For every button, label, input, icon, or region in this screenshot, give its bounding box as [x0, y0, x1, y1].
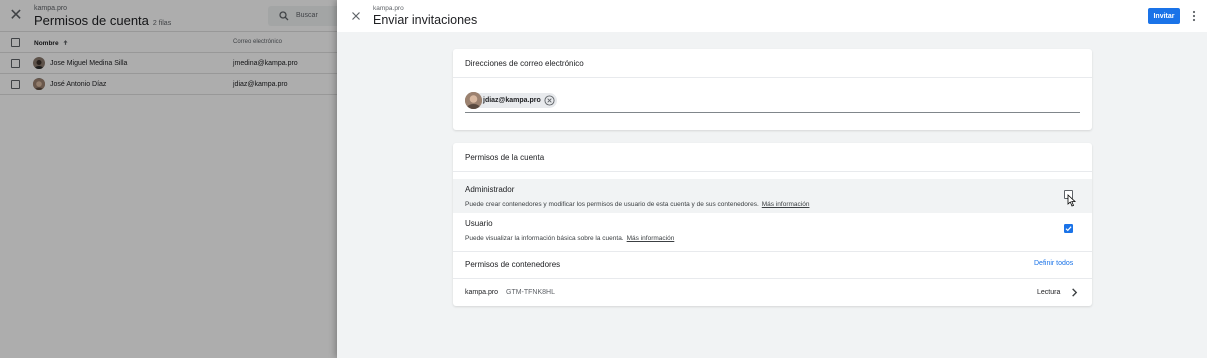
- chevron-right-icon[interactable]: [1070, 288, 1078, 297]
- account-permissions-card: Permisos de la cuenta Administrador Pued…: [453, 143, 1092, 306]
- more-vert-icon[interactable]: [1190, 10, 1198, 22]
- avatar: [465, 92, 482, 109]
- divider: [453, 171, 1092, 172]
- more-info-link[interactable]: Más información: [627, 235, 675, 242]
- more-info-link[interactable]: Más información: [762, 201, 810, 208]
- role-description: Puede crear contenedores y modificar los…: [465, 201, 809, 208]
- chip-email: jdiaz@kampa.pro: [483, 97, 541, 104]
- email-chip[interactable]: jdiaz@kampa.pro: [465, 92, 557, 109]
- invite-dialog: kampa.pro Enviar invitaciones Invitar Di…: [337, 0, 1207, 358]
- close-icon[interactable]: [350, 10, 362, 22]
- role-user[interactable]: Usuario Puede visualizar la información …: [453, 213, 1092, 247]
- divider: [453, 77, 1092, 78]
- role-description-text: Puede visualizar la información básica s…: [465, 235, 624, 242]
- role-admin[interactable]: Administrador Puede crear contenedores y…: [453, 179, 1092, 213]
- card-title: Permisos de la cuenta: [465, 153, 545, 162]
- cursor-icon: [1067, 194, 1076, 207]
- email-input-underline[interactable]: [465, 112, 1080, 113]
- container-permission: Lectura: [1037, 289, 1061, 296]
- email-addresses-card: Direcciones de correo electrónico jdiaz@…: [453, 49, 1092, 130]
- role-name: Usuario: [465, 219, 493, 228]
- dialog-header: kampa.pro Enviar invitaciones Invitar: [337, 0, 1207, 32]
- invite-button[interactable]: Invitar: [1148, 8, 1180, 24]
- role-name: Administrador: [465, 185, 515, 194]
- dialog-title: Enviar invitaciones: [373, 13, 478, 27]
- container-id: GTM-TFNK8HL: [506, 289, 555, 296]
- containers-title: Permisos de contenedores: [465, 260, 561, 269]
- role-description: Puede visualizar la información básica s…: [465, 235, 674, 242]
- divider: [453, 251, 1092, 252]
- container-row[interactable]: kampa.pro GTM-TFNK8HL Lectura: [453, 279, 1092, 306]
- card-title: Direcciones de correo electrónico: [465, 59, 584, 68]
- dialog-account-name: kampa.pro: [373, 5, 404, 12]
- user-checkbox[interactable]: [1064, 224, 1073, 233]
- role-description-text: Puede crear contenedores y modificar los…: [465, 201, 759, 208]
- set-all-link[interactable]: Definir todos: [1034, 260, 1073, 267]
- container-account: kampa.pro: [465, 289, 499, 296]
- remove-chip-icon[interactable]: [544, 95, 555, 106]
- modal-scrim[interactable]: [0, 0, 337, 358]
